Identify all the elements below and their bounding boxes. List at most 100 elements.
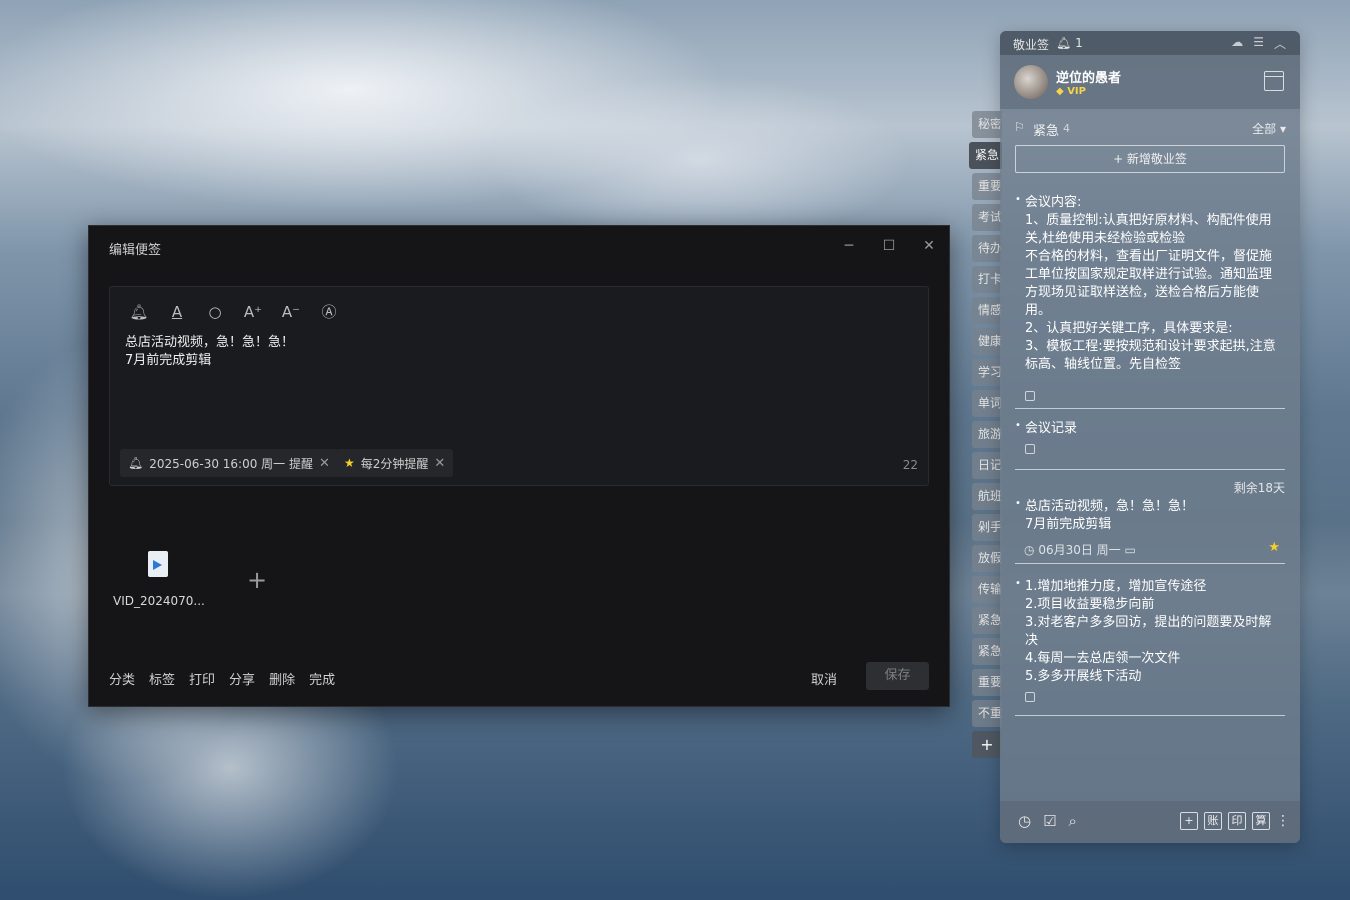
avatar[interactable]: [1014, 65, 1048, 99]
note-line: 5.多多开展线下活动: [1025, 669, 1142, 684]
save-button[interactable]: 保存: [866, 662, 929, 690]
tab-category[interactable]: 日记: [972, 452, 1002, 479]
tab-category[interactable]: 单词: [972, 390, 1002, 417]
search-icon[interactable]: ⌕: [1069, 812, 1077, 830]
print-button[interactable]: 印: [1228, 812, 1246, 830]
note-item[interactable]: • 会议内容: 1、质量控制:认真把好原材料、构配件使用 关,杜绝使用未经检验或…: [1015, 194, 1285, 389]
note-line: 方现场见证取样送检，送检合格后方能使: [1025, 285, 1260, 300]
notification-button[interactable]: 🔔︎ 1: [1056, 36, 1083, 50]
note-line: 关,杜绝使用未经检验或检验: [1025, 231, 1186, 246]
tab-category[interactable]: 打卡: [972, 266, 1002, 293]
note-line: 3、模板工程:要按规范和设计要求起拱,注意: [1025, 339, 1276, 354]
filter-label: 全部: [1252, 122, 1277, 136]
lock-icon[interactable]: ▭: [1125, 543, 1136, 557]
tab-category[interactable]: 健康: [972, 328, 1002, 355]
remove-reminder-icon[interactable]: ✕: [319, 456, 330, 471]
remove-repeat-icon[interactable]: ✕: [434, 456, 445, 471]
new-note-button[interactable]: + 新增敬业签: [1015, 145, 1285, 173]
font-decrease-icon[interactable]: A⁻: [280, 301, 302, 323]
notification-count: 1: [1075, 36, 1083, 50]
note-item[interactable]: • 会议记录: [1015, 420, 1285, 454]
bell-icon: 🔔︎: [1056, 36, 1072, 50]
tab-category[interactable]: 航班: [972, 483, 1002, 510]
filter-dropdown[interactable]: 全部 ▾: [1252, 120, 1286, 137]
user-name[interactable]: 逆位的愚者: [1056, 67, 1121, 86]
account-button[interactable]: 账: [1204, 812, 1222, 830]
category-button[interactable]: 分类: [109, 669, 135, 688]
note-content-line[interactable]: 7月前完成剪辑: [125, 349, 211, 368]
tab-category[interactable]: 传输: [972, 576, 1002, 603]
note-line: 7月前完成剪辑: [1025, 517, 1112, 532]
lock-icon[interactable]: [1025, 444, 1035, 454]
minimize-button[interactable]: ─: [839, 236, 859, 256]
calendar-icon[interactable]: [1264, 71, 1284, 91]
search-icon[interactable]: ○: [204, 301, 226, 323]
panel-footer: ◷ ☑ ⌕ + 账 印 算 ⋮: [1000, 801, 1300, 843]
calculator-button[interactable]: 算: [1252, 812, 1270, 830]
note-item[interactable]: • 总店活动视频，急！急！急！ 7月前完成剪辑: [1015, 498, 1285, 534]
editor-toolbar: 🔔︎ A ○ A⁺ A⁻ Ⓐ: [128, 301, 340, 323]
tag-button[interactable]: 标签: [149, 669, 175, 688]
tab-category[interactable]: 放假: [972, 545, 1002, 572]
star-icon[interactable]: ★: [1268, 540, 1280, 555]
note-content-line[interactable]: 总店活动视频，急！急！急！: [125, 331, 294, 350]
note-reminder-meta: ◷ 06月30日 周一 ▭: [1024, 541, 1136, 558]
share-button[interactable]: 分享: [229, 669, 255, 688]
bell-icon: 🔔︎: [128, 456, 144, 470]
tab-category[interactable]: 重要: [972, 669, 1002, 696]
user-info: 逆位的愚者 ◆ VIP: [1000, 55, 1300, 109]
note-line: 会议记录: [1025, 421, 1078, 436]
attachment-file[interactable]: VID_2024070...: [113, 551, 205, 608]
note-line: 总店活动视频，急！急！急！: [1025, 499, 1195, 514]
tab-category[interactable]: 情感: [972, 297, 1002, 324]
checkbox-icon[interactable]: ☑: [1043, 812, 1056, 830]
note-divider: [1015, 469, 1285, 470]
menu-icon[interactable]: ☰: [1253, 35, 1264, 52]
tab-category[interactable]: 重要: [972, 173, 1002, 200]
print-button[interactable]: 打印: [189, 669, 215, 688]
note-divider: [1015, 563, 1285, 564]
tab-category[interactable]: 学习: [972, 359, 1002, 386]
font-color-icon[interactable]: A: [166, 301, 188, 323]
add-category-button[interactable]: +: [972, 731, 1002, 758]
collapse-icon[interactable]: ︿: [1274, 35, 1286, 52]
remaining-days: 剩余18天: [1233, 481, 1285, 495]
tab-category[interactable]: 考试: [972, 204, 1002, 231]
reminder-chip[interactable]: 🔔︎ 2025-06-30 16:00 周一 提醒 ✕: [120, 449, 338, 477]
add-attachment-button[interactable]: +: [247, 566, 267, 594]
tab-category[interactable]: 剁手: [972, 514, 1002, 541]
repeat-chip[interactable]: ★ 每2分钟提醒 ✕: [336, 449, 454, 477]
note-body: 会议内容: 1、质量控制:认真把好原材料、构配件使用 关,杜绝使用未经检验或检验…: [1025, 194, 1285, 374]
tab-category[interactable]: 秘密: [972, 111, 1002, 138]
note-lock-row: [1015, 385, 1285, 401]
maximize-button[interactable]: ☐: [879, 236, 899, 256]
tab-category[interactable]: 待办: [972, 235, 1002, 262]
tab-category[interactable]: 不重: [972, 700, 1002, 727]
clock-icon[interactable]: ◷: [1018, 812, 1031, 830]
lock-icon[interactable]: [1025, 692, 1035, 702]
tab-category-active[interactable]: 紧急: [969, 142, 1002, 169]
bell-icon[interactable]: 🔔︎: [128, 301, 150, 323]
note-line: 1、质量控制:认真把好原材料、构配件使用: [1025, 213, 1272, 228]
tab-category[interactable]: 紧急: [972, 607, 1002, 634]
header-icons: ☁ ☰ ︿: [1231, 35, 1286, 52]
complete-button[interactable]: 完成: [309, 669, 335, 688]
tab-category[interactable]: 旅游: [972, 421, 1002, 448]
delete-button[interactable]: 删除: [269, 669, 295, 688]
star-icon: ★: [344, 456, 355, 470]
cancel-button[interactable]: 取消: [811, 669, 837, 688]
note-line: 工单位按国家规定取样进行试验。通知监理: [1025, 267, 1273, 282]
note-editor[interactable]: 🔔︎ A ○ A⁺ A⁻ Ⓐ 总店活动视频，急！急！急！ 7月前完成剪辑 🔔︎ …: [109, 286, 929, 486]
cloud-sync-icon[interactable]: ☁: [1231, 35, 1243, 52]
font-increase-icon[interactable]: A⁺: [242, 301, 264, 323]
note-line: 会议内容:: [1025, 195, 1082, 210]
edit-note-window: 编辑便签 ─ ☐ ✕ 🔔︎ A ○ A⁺ A⁻ Ⓐ 总店活动视频，急！急！急！ …: [88, 225, 950, 707]
bottom-actions: 分类 标签 打印 分享 删除 完成: [109, 669, 335, 688]
more-icon[interactable]: ⋮: [1276, 812, 1290, 830]
note-item[interactable]: • 1.增加地推力度，增加宣传途径 2.项目收益要稳步向前 3.对老客户多多回访…: [1015, 578, 1285, 702]
add-note-button[interactable]: +: [1180, 812, 1198, 830]
auto-format-icon[interactable]: Ⓐ: [318, 301, 340, 323]
close-button[interactable]: ✕: [919, 236, 939, 256]
tab-category[interactable]: 紧急: [972, 638, 1002, 665]
lock-icon[interactable]: [1025, 391, 1035, 401]
